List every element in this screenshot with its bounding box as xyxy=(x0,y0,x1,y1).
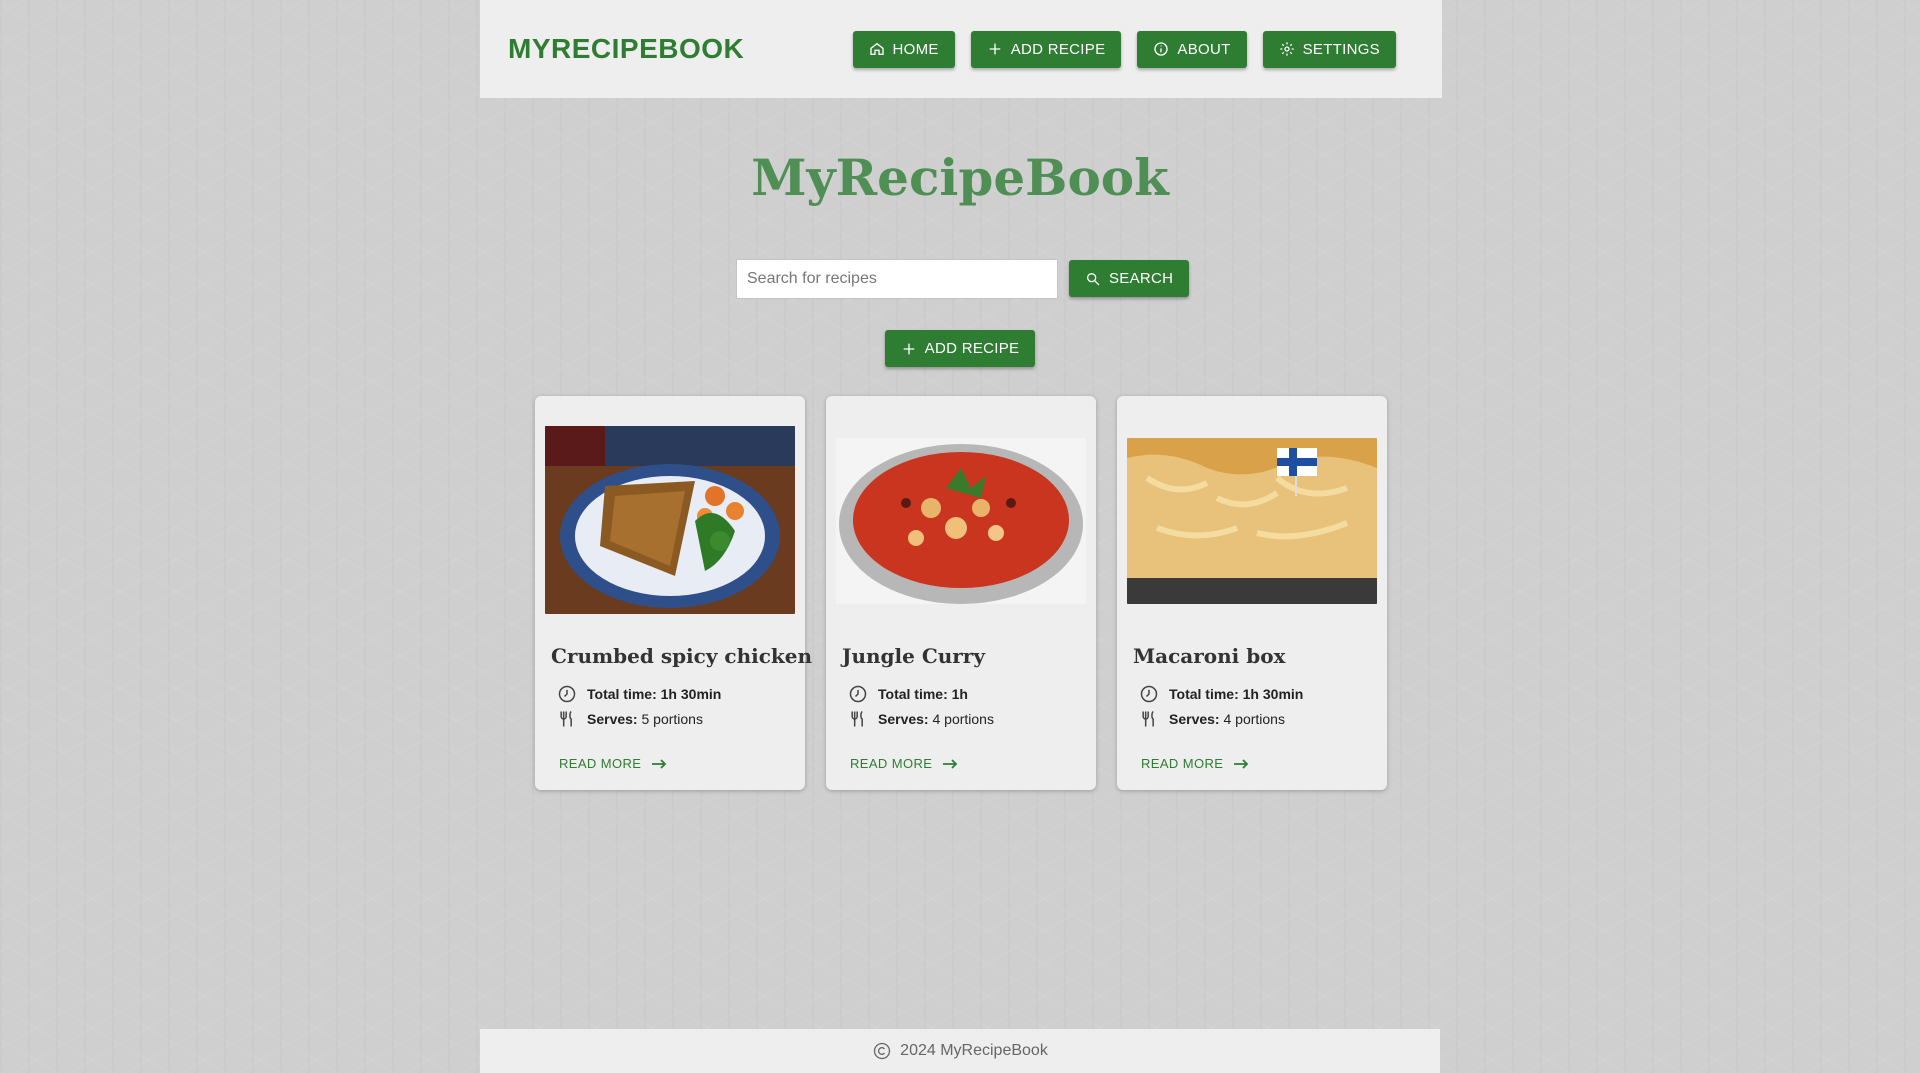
read-more-label: READ MORE xyxy=(1141,756,1224,771)
serves-label: Serves: xyxy=(878,711,929,727)
recipe-card[interactable]: Macaroni box Total time: 1h 30min Serves… xyxy=(1117,396,1387,790)
total-time-value: 1h 30min xyxy=(1242,686,1304,702)
nav-about-button[interactable]: ABOUT xyxy=(1137,30,1247,68)
recipe-image-macaroni xyxy=(1127,438,1377,604)
nav-add-recipe-label: ADD RECIPE xyxy=(1010,40,1106,58)
clock-icon xyxy=(849,685,867,703)
home-icon xyxy=(869,42,884,55)
recipe-total-time: Total time: 1h 30min xyxy=(1139,684,1303,704)
add-recipe-row: ADD RECIPE xyxy=(0,330,1920,367)
brand-logo[interactable]: MYRECIPEBOOK xyxy=(508,33,744,65)
search-icon xyxy=(1087,272,1100,285)
recipe-card-list: Crumbed spicy chicken Total time: 1h 30m… xyxy=(535,396,1387,790)
arrow-right-icon xyxy=(943,758,958,769)
search-input[interactable] xyxy=(736,259,1058,299)
recipe-total-time: Total time: 1h xyxy=(848,684,968,704)
serves-value: 4 portions xyxy=(932,711,994,727)
recipe-image-curry xyxy=(836,438,1086,604)
read-more-link[interactable]: READ MORE xyxy=(559,756,667,771)
add-recipe-label: ADD RECIPE xyxy=(924,340,1020,357)
cutlery-icon xyxy=(851,710,863,727)
search-button[interactable]: SEARCH xyxy=(1069,260,1190,297)
recipe-title: Jungle Curry xyxy=(842,644,985,668)
read-more-label: READ MORE xyxy=(559,756,642,771)
info-icon xyxy=(1154,42,1169,56)
gear-icon xyxy=(1279,42,1294,56)
recipe-card[interactable]: Jungle Curry Total time: 1h Serves: 4 po… xyxy=(826,396,1096,790)
add-recipe-button[interactable]: ADD RECIPE xyxy=(884,330,1036,367)
total-time-value: 1h xyxy=(951,686,968,702)
serves-value: 5 portions xyxy=(641,711,703,727)
cutlery-icon xyxy=(1142,710,1154,727)
clock-icon xyxy=(1140,685,1158,703)
recipe-total-time: Total time: 1h 30min xyxy=(557,684,721,704)
serves-label: Serves: xyxy=(1169,711,1220,727)
nav-add-recipe-button[interactable]: ADD RECIPE xyxy=(970,30,1122,68)
plus-icon xyxy=(989,43,1001,55)
total-time-label: Total time: xyxy=(1169,686,1239,702)
plus-icon xyxy=(903,343,914,354)
serves-label: Serves: xyxy=(587,711,638,727)
total-time-label: Total time: xyxy=(587,686,657,702)
arrow-right-icon xyxy=(652,758,667,769)
read-more-link[interactable]: READ MORE xyxy=(1141,756,1249,771)
page-title: MyRecipeBook xyxy=(751,148,1169,207)
nav-about-label: ABOUT xyxy=(1177,40,1231,58)
nav-home-label: HOME xyxy=(892,40,939,58)
total-time-label: Total time: xyxy=(878,686,948,702)
cutlery-icon xyxy=(560,710,572,727)
app-header: MYRECIPEBOOK HOME ADD RECIPE ABOUT SETTI… xyxy=(480,0,1442,98)
search-bar: SEARCH xyxy=(736,259,1190,299)
nav-settings-button[interactable]: SETTINGS xyxy=(1262,30,1396,68)
arrow-right-icon xyxy=(1234,758,1249,769)
footer-text: 2024 MyRecipeBook xyxy=(900,1042,1048,1059)
read-more-label: READ MORE xyxy=(850,756,933,771)
read-more-link[interactable]: READ MORE xyxy=(850,756,958,771)
search-button-label: SEARCH xyxy=(1109,270,1174,287)
recipe-card[interactable]: Crumbed spicy chicken Total time: 1h 30m… xyxy=(535,396,812,790)
main-nav: HOME ADD RECIPE ABOUT SETTINGS xyxy=(852,30,1396,68)
serves-value: 4 portions xyxy=(1223,711,1285,727)
recipe-serves: Serves: 4 portions xyxy=(1139,709,1285,729)
recipe-serves: Serves: 5 portions xyxy=(557,709,703,729)
recipe-title: Crumbed spicy chicken xyxy=(551,644,813,668)
clock-icon xyxy=(558,685,576,703)
copyright-icon xyxy=(874,1042,891,1060)
nav-settings-label: SETTINGS xyxy=(1302,40,1380,58)
recipe-serves: Serves: 4 portions xyxy=(848,709,994,729)
total-time-value: 1h 30min xyxy=(660,686,722,702)
nav-home-button[interactable]: HOME xyxy=(852,30,955,68)
app-footer: 2024 MyRecipeBook xyxy=(480,1029,1440,1073)
recipe-image-chicken xyxy=(545,426,795,614)
recipe-title: Macaroni box xyxy=(1133,644,1286,668)
